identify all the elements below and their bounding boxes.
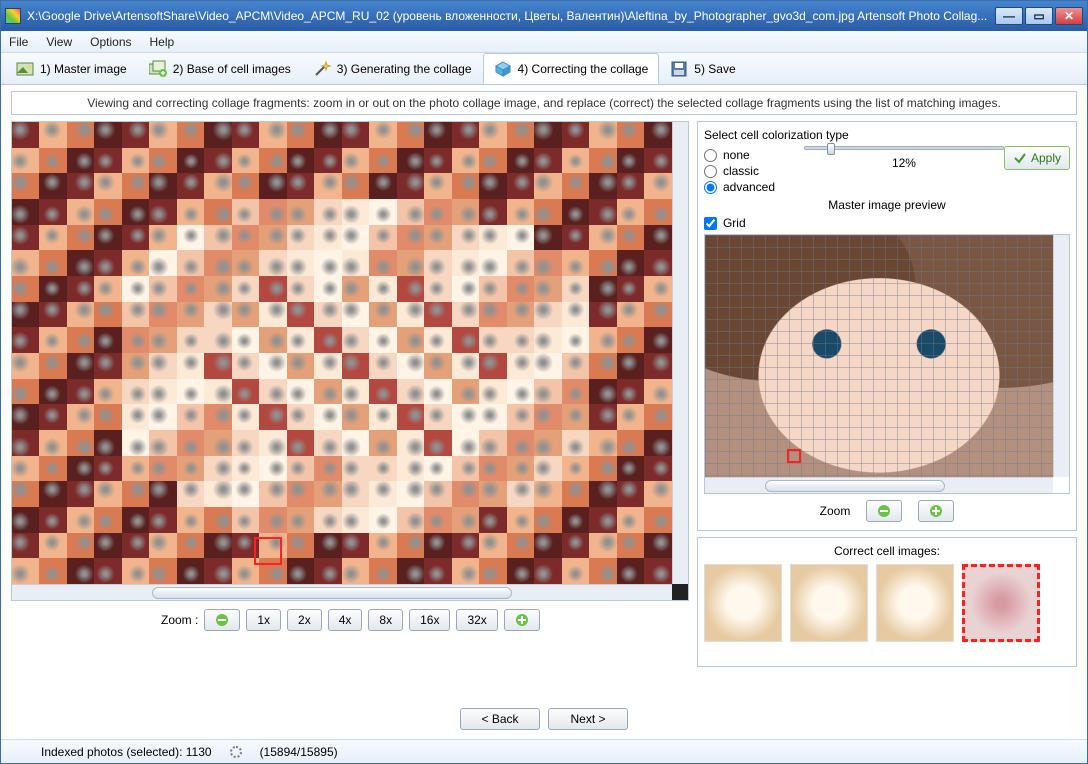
tab-label: 2) Base of cell images <box>173 62 291 76</box>
colorize-panel: Select cell colorization type none class… <box>697 121 1077 531</box>
zoom-out-button[interactable] <box>204 609 240 631</box>
master-preview[interactable] <box>704 234 1070 494</box>
menu-help[interactable]: Help <box>150 35 175 49</box>
tab-generate[interactable]: 3) Generating the collage <box>302 53 483 84</box>
instruction-text: Viewing and correcting collage fragments… <box>11 91 1077 115</box>
colorize-classic-radio[interactable] <box>704 165 717 178</box>
image-icon <box>16 60 34 78</box>
colorize-none-radio[interactable] <box>704 149 717 162</box>
step-tabs: 1) Master image 2) Base of cell images 3… <box>1 53 1087 85</box>
images-add-icon <box>149 60 167 78</box>
preview-zoom-out-button[interactable] <box>866 500 902 522</box>
tab-label: 1) Master image <box>40 62 127 76</box>
zoom-8x-button[interactable]: 8x <box>368 609 403 631</box>
menu-options[interactable]: Options <box>90 35 131 49</box>
slider-handle[interactable] <box>827 143 835 155</box>
grid-checkbox[interactable] <box>704 217 717 230</box>
preview-zoom-in-button[interactable] <box>918 500 954 522</box>
zoom-label: Zoom : <box>161 613 198 627</box>
maximize-button[interactable]: ▭ <box>1025 7 1053 25</box>
tab-label: 3) Generating the collage <box>337 62 472 76</box>
next-button[interactable]: Next > <box>548 708 628 730</box>
menu-view[interactable]: View <box>46 35 72 49</box>
collage-viewport[interactable] <box>11 121 689 601</box>
collage-hscroll[interactable] <box>12 584 672 600</box>
minimize-button[interactable]: — <box>995 7 1023 25</box>
cell-candidate[interactable] <box>704 564 782 642</box>
collage-vscroll[interactable] <box>672 122 688 584</box>
zoom-1x-button[interactable]: 1x <box>246 609 281 631</box>
status-indexed: Indexed photos (selected): 1130 <box>41 745 212 759</box>
correct-panel: Correct cell images: <box>697 537 1077 667</box>
zoom-32x-button[interactable]: 32x <box>456 609 497 631</box>
apply-button[interactable]: Apply <box>1004 146 1070 170</box>
colorize-slider[interactable] <box>804 146 1004 150</box>
colorize-none-label: none <box>723 148 750 162</box>
preview-title: Master image preview <box>704 198 1070 212</box>
app-icon <box>5 8 21 24</box>
check-icon <box>1013 151 1027 165</box>
statusbar: Indexed photos (selected): 1130 (15894/1… <box>1 739 1087 763</box>
zoom-4x-button[interactable]: 4x <box>328 609 363 631</box>
window-title: X:\Google Drive\ArtensoftShare\Video_APC… <box>27 9 993 23</box>
zoom-2x-button[interactable]: 2x <box>287 609 322 631</box>
colorize-advanced-label: advanced <box>723 180 775 194</box>
preview-hscroll[interactable] <box>705 477 1053 493</box>
wand-icon <box>313 60 331 78</box>
zoom-in-button[interactable] <box>504 609 540 631</box>
collage-zoom-toolbar: Zoom : 1x 2x 4x 8x 16x 32x <box>11 601 689 631</box>
tab-label: 5) Save <box>694 62 735 76</box>
close-button[interactable]: ✕ <box>1055 7 1083 25</box>
selected-cell-marker <box>254 537 282 565</box>
tab-base-images[interactable]: 2) Base of cell images <box>138 53 302 84</box>
status-icon <box>9 745 23 759</box>
cell-candidate-selected[interactable] <box>962 564 1040 642</box>
preview-zoom-label: Zoom <box>820 504 851 518</box>
menu-file[interactable]: File <box>9 35 28 49</box>
preview-zoom-toolbar: Zoom <box>704 494 1070 524</box>
colorize-classic-label: classic <box>723 164 759 178</box>
tab-save[interactable]: 5) Save <box>659 53 746 84</box>
correct-header: Correct cell images: <box>704 544 1070 558</box>
save-icon <box>670 60 688 78</box>
preview-vscroll[interactable] <box>1053 235 1069 477</box>
menubar: File View Options Help <box>1 31 1087 53</box>
collage-mosaic <box>12 122 672 584</box>
cube-icon <box>494 60 512 78</box>
cell-candidate[interactable] <box>790 564 868 642</box>
colorize-advanced-radio[interactable] <box>704 181 717 194</box>
titlebar: X:\Google Drive\ArtensoftShare\Video_APC… <box>1 1 1087 31</box>
zoom-16x-button[interactable]: 16x <box>409 609 450 631</box>
colorize-header: Select cell colorization type <box>704 128 1070 142</box>
grid-label: Grid <box>723 216 746 230</box>
preview-selection-marker <box>787 449 801 463</box>
cell-candidate[interactable] <box>876 564 954 642</box>
colorize-percent: 12% <box>892 156 916 170</box>
tab-correct[interactable]: 4) Correcting the collage <box>483 53 660 84</box>
status-progress: (15894/15895) <box>260 745 338 759</box>
scrollbar-thumb[interactable] <box>765 480 945 492</box>
scrollbar-thumb[interactable] <box>152 587 512 599</box>
tab-master-image[interactable]: 1) Master image <box>5 53 138 84</box>
tab-label: 4) Correcting the collage <box>518 62 649 76</box>
back-button[interactable]: < Back <box>460 708 540 730</box>
preview-grid-overlay <box>705 235 1053 477</box>
wizard-nav: < Back Next > <box>1 699 1087 739</box>
spinner-icon <box>230 746 242 758</box>
